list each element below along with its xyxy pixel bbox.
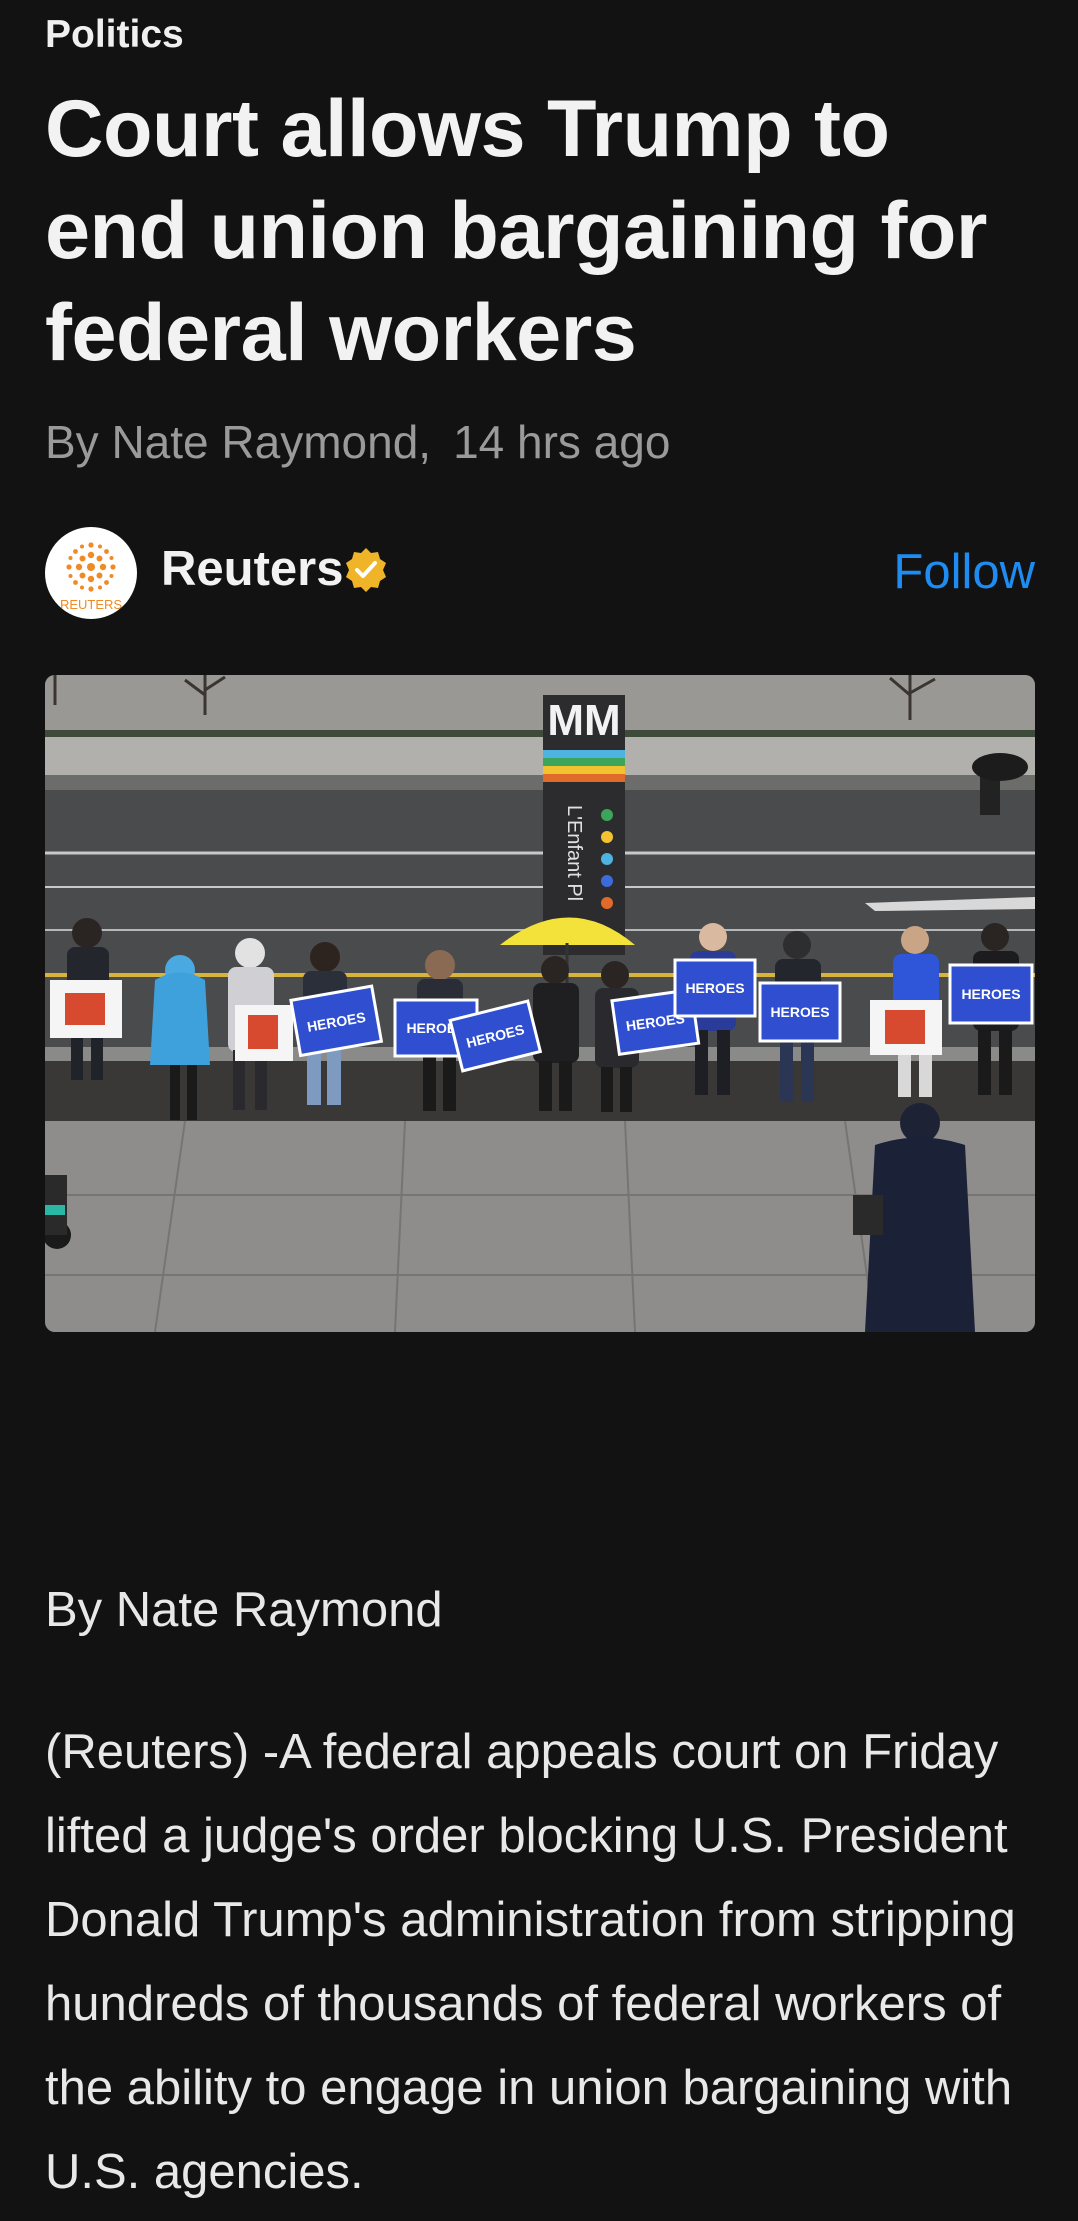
article-hero-image[interactable]: MM L'Enfant Pl HEROES HEROES HEROES HERO… bbox=[45, 675, 1035, 1332]
article-paragraph: (Reuters) -A federal appeals court on Fr… bbox=[45, 1725, 1016, 2199]
protest-photo: MM L'Enfant Pl HEROES HEROES HEROES HERO… bbox=[45, 675, 1035, 1332]
verified-badge-icon bbox=[346, 548, 386, 592]
metro-sign: MM bbox=[547, 696, 620, 745]
body-byline: By Nate Raymond bbox=[45, 1583, 443, 1637]
source-row: REUTERS Reuters Follow bbox=[45, 525, 1035, 621]
sign-text: HEROES bbox=[770, 1004, 829, 1020]
source-name[interactable]: Reuters bbox=[161, 539, 343, 599]
sign-text: HEROES bbox=[685, 980, 744, 996]
street-sign: L'Enfant Pl bbox=[563, 805, 585, 901]
article-headline: Court allows Trump to end union bargaini… bbox=[45, 84, 987, 378]
publish-time: 14 hrs ago bbox=[453, 416, 671, 468]
follow-button[interactable]: Follow bbox=[893, 539, 1035, 605]
reuters-logo-icon: REUTERS bbox=[60, 542, 122, 612]
article-byline: By Nate Raymond, 14 hrs ago bbox=[45, 412, 670, 472]
reuters-logo[interactable]: REUTERS bbox=[45, 527, 137, 619]
logo-wordmark: REUTERS bbox=[60, 597, 122, 612]
author-name[interactable]: By Nate Raymond, bbox=[45, 416, 431, 468]
article-category[interactable]: Politics bbox=[45, 10, 184, 60]
sign-text: HEROES bbox=[961, 986, 1020, 1002]
